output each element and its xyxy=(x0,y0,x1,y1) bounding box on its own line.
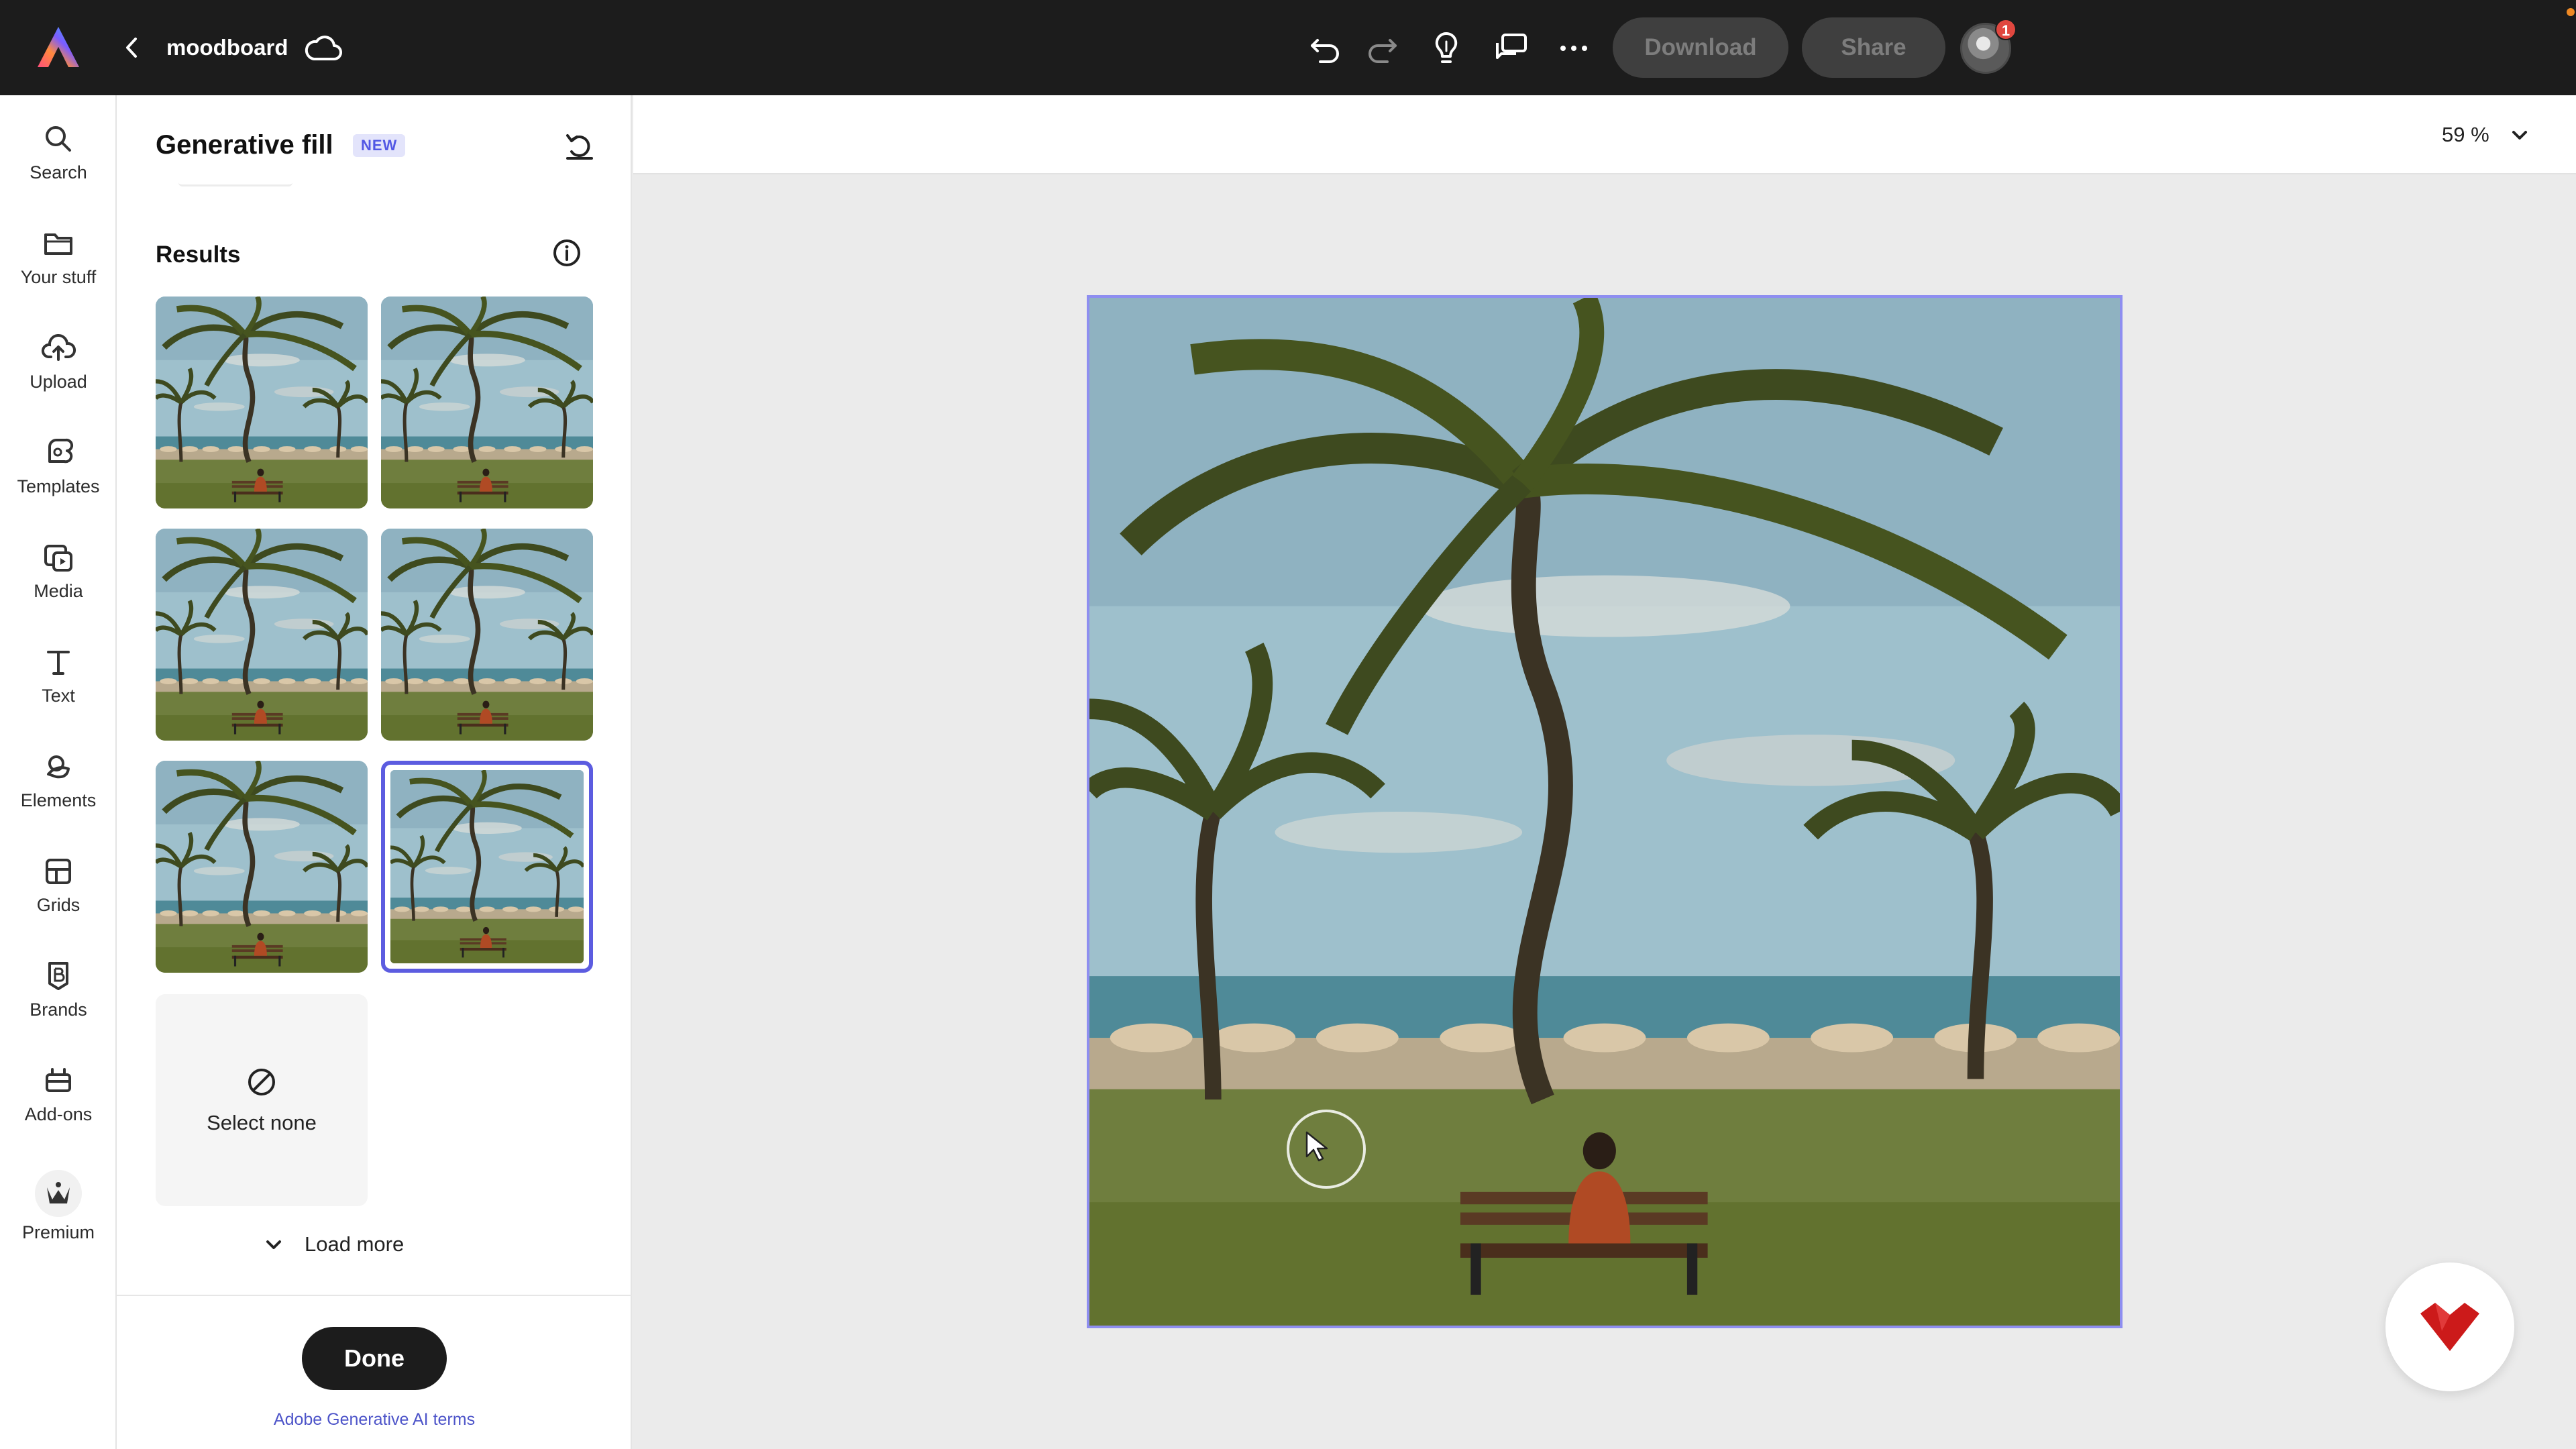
rail-item-label: Add-ons xyxy=(24,1104,93,1124)
select-none-button[interactable]: Select none xyxy=(156,994,368,1206)
load-more-button[interactable]: Load more xyxy=(266,1228,405,1261)
elements-icon xyxy=(47,755,70,779)
cloud-icon[interactable] xyxy=(303,30,343,66)
result-thumbnail-3[interactable] xyxy=(156,529,368,741)
assistant-button[interactable] xyxy=(2385,1263,2514,1391)
add-ons-icon xyxy=(46,1068,71,1092)
rail-item-text[interactable]: Text xyxy=(0,628,117,722)
rail-item-search[interactable]: Search xyxy=(0,105,117,199)
result-thumbnail-4[interactable] xyxy=(381,529,593,741)
mouse-pointer-icon xyxy=(1305,1131,1328,1162)
result-thumbnail-1[interactable] xyxy=(156,297,368,508)
generative-fill-panel: Generative fill NEW Results Select none xyxy=(117,95,632,1449)
rail-item-label: Search xyxy=(30,162,87,182)
no-selection-icon xyxy=(248,1069,275,1095)
rail-item-brands[interactable]: Brands xyxy=(0,942,117,1036)
grids-icon xyxy=(46,859,71,884)
reset-icon[interactable] xyxy=(561,127,598,165)
undo-icon[interactable] xyxy=(1305,28,1346,68)
status-dot xyxy=(2567,8,2575,16)
rail-item-media[interactable]: Media xyxy=(0,523,117,617)
heart-logo-icon xyxy=(2420,1303,2479,1351)
back-chevron-icon[interactable] xyxy=(115,31,149,64)
chevron-down-icon[interactable] xyxy=(2508,123,2532,148)
rail-item-label: Elements xyxy=(20,790,97,810)
folder-icon xyxy=(44,233,72,255)
comments-icon[interactable] xyxy=(1491,28,1531,68)
beach-palm-image xyxy=(1089,298,2120,1326)
results-label: Results xyxy=(156,241,241,268)
done-button[interactable]: Done xyxy=(302,1327,447,1390)
share-button[interactable]: Share xyxy=(1802,17,1945,78)
document-title[interactable]: moodboard xyxy=(166,31,288,64)
more-icon[interactable] xyxy=(1554,28,1594,68)
new-badge: NEW xyxy=(353,134,406,157)
top-bar: moodboard Download Share 1 xyxy=(0,0,2576,95)
upload-icon xyxy=(42,334,76,361)
notification-badge: 1 xyxy=(1995,19,2017,40)
templates-icon xyxy=(48,438,74,464)
rail-item-elements[interactable]: Elements xyxy=(0,733,117,826)
canvas-toolbar xyxy=(633,95,2576,174)
generative-ai-terms-link[interactable]: Adobe Generative AI terms xyxy=(117,1410,632,1430)
brands-icon xyxy=(48,962,68,990)
load-more-label: Load more xyxy=(305,1232,405,1256)
rail-item-label: Grids xyxy=(36,895,80,915)
rail-item-your-stuff[interactable]: Your stuff xyxy=(0,209,117,303)
panel-title: Generative fill xyxy=(156,130,333,160)
adobe-express-logo[interactable] xyxy=(35,24,82,71)
info-icon[interactable] xyxy=(550,236,584,270)
rail-item-label: Brands xyxy=(30,1000,87,1020)
lightbulb-icon[interactable] xyxy=(1426,28,1466,68)
redo-icon[interactable] xyxy=(1362,28,1402,68)
left-rail: Search Your stuff Upload Templates Media… xyxy=(0,95,117,1449)
rail-item-premium[interactable]: Premium xyxy=(0,1155,117,1263)
rail-item-templates[interactable]: Templates xyxy=(0,419,117,513)
result-thumbnail-6-selected[interactable] xyxy=(381,761,593,973)
rail-item-label: Media xyxy=(34,581,83,601)
rail-item-add-ons[interactable]: Add-ons xyxy=(0,1046,117,1140)
rail-item-label: Upload xyxy=(30,372,87,392)
rail-item-upload[interactable]: Upload xyxy=(0,314,117,408)
search-icon xyxy=(46,126,71,152)
zoom-level[interactable]: 59 % xyxy=(2442,118,2489,152)
rail-item-grids[interactable]: Grids xyxy=(0,837,117,931)
rail-item-label: Premium xyxy=(21,1222,95,1242)
media-icon xyxy=(44,545,72,572)
chevron-down-icon xyxy=(266,1240,281,1249)
result-thumbnail-2[interactable] xyxy=(381,297,593,508)
download-button[interactable]: Download xyxy=(1613,17,1788,78)
canvas-artwork[interactable] xyxy=(1087,295,2123,1328)
select-none-label: Select none xyxy=(207,1111,317,1134)
premium-crown-icon xyxy=(35,1170,82,1217)
result-thumbnail-5[interactable] xyxy=(156,761,368,973)
rail-item-label: Your stuff xyxy=(20,267,97,287)
rail-item-label: Templates xyxy=(17,476,100,496)
prompt-area-edge xyxy=(178,182,292,186)
text-icon xyxy=(47,651,70,675)
rail-item-label: Text xyxy=(42,686,75,706)
panel-footer-divider xyxy=(117,1295,632,1296)
